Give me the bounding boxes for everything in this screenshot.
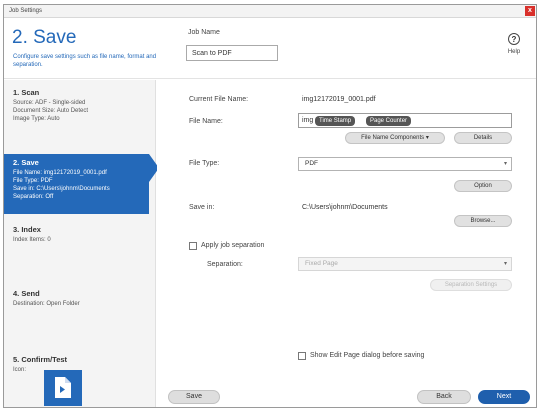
step-name: 4. Send [13,289,40,298]
help-label: Help [507,49,521,55]
file-type-label: File Type: [189,160,220,167]
job-name-label: Job Name [188,29,220,36]
chevron-down-icon: ▾ [503,261,507,267]
file-name-components-label: File Name Components [361,135,425,141]
step-info: Source: ADF - Single-sided Document Size… [13,99,156,123]
save-in-label: Save in: [189,204,215,211]
step-info-line: Index Items: 0 [13,237,51,243]
step-info-line: Separation: Off [13,194,54,200]
apply-job-separation-label: Apply job separation [201,242,265,249]
back-button[interactable]: Back [417,390,471,404]
page-counter-tag[interactable]: Page Counter [366,116,412,126]
step-name: 1. Scan [13,88,40,97]
job-name-input[interactable] [186,45,278,61]
file-type-value: PDF [305,160,318,167]
page-title: 2. Save [12,27,77,48]
save-button[interactable]: Save [168,390,220,404]
step-info-line: File Name: img12172019_0001.pdf [13,170,107,176]
separation-select[interactable]: Fixed Page ▾ [298,257,512,271]
step-name: 2. Save [13,158,39,167]
separation-settings-button[interactable]: Separation Settings [430,279,512,291]
caret-down-icon: ▾ [425,135,429,141]
step-info-line: Document Size: Auto Detect [13,108,89,114]
save-in-value: C:\Users\johnm\Documents [302,204,388,211]
details-button[interactable]: Details [454,132,512,144]
browse-button[interactable]: Browse... [454,215,512,227]
steps-sidebar: 1. Scan Source: ADF - Single-sided Docum… [4,80,159,407]
chevron-down-icon: ▾ [503,161,507,167]
next-button[interactable]: Next [478,390,530,404]
sidebar-item-send[interactable]: 4. Send Destination: Open Folder [4,289,156,308]
step-name: 3. Index [13,225,41,234]
help-icon: ? [508,33,520,45]
step-name: 5. Confirm/Test [13,355,68,364]
file-name-prefix: img [302,117,314,124]
sidebar-item-save[interactable]: 2. Save File Name: img12172019_0001.pdf … [4,154,159,214]
step-info-line: Save in: C:\Users\johnm\Documents [13,186,110,192]
job-icon[interactable] [44,370,82,406]
help-button[interactable]: ? Help [504,33,524,55]
show-edit-page-label: Show Edit Page dialog before saving [310,352,425,359]
show-edit-page-checkbox[interactable] [298,352,306,360]
current-file-name-value: img12172019_0001.pdf [302,96,376,103]
sidebar-item-scan[interactable]: 1. Scan Source: ADF - Single-sided Docum… [4,88,156,123]
apply-job-separation-checkbox[interactable] [189,242,197,250]
file-name-input[interactable]: img Time Stamp Page Counter [298,113,512,128]
current-file-name-label: Current File Name: [189,96,249,103]
sidebar-item-index[interactable]: 3. Index Index Items: 0 [4,225,156,244]
job-settings-window: Job Settings x 2. Save Configure save se… [3,4,537,408]
step-info-line: Icon: [13,367,27,373]
file-name-components-button[interactable]: File Name Components ▾ [345,132,445,144]
main-panel: Current File Name: img12172019_0001.pdf … [157,80,536,407]
header: 2. Save Configure save settings such as … [4,19,536,79]
step-info: Index Items: 0 [13,236,156,244]
file-name-label: File Name: [189,118,223,125]
step-info-line: Source: ADF - Single-sided [13,100,86,106]
step-info-line: Destination: Open Folder [13,301,80,307]
close-icon[interactable]: x [525,6,535,16]
option-button[interactable]: Option [454,180,512,192]
file-type-select[interactable]: PDF ▾ [298,157,512,171]
step-info: Destination: Open Folder [13,300,156,308]
step-info-line: Image Type: Auto [13,116,60,122]
separation-value: Fixed Page [305,260,338,267]
page-description: Configure save settings such as file nam… [13,54,157,68]
step-info: File Name: img12172019_0001.pdf File Typ… [13,169,149,201]
time-stamp-tag[interactable]: Time Stamp [315,116,356,126]
window-title: Job Settings [9,8,43,14]
title-bar: Job Settings x [4,5,536,18]
document-icon [55,377,71,398]
separation-label: Separation: [207,261,243,268]
step-info-line: File Type: PDF [13,178,53,184]
step-info: Icon: [13,366,156,374]
